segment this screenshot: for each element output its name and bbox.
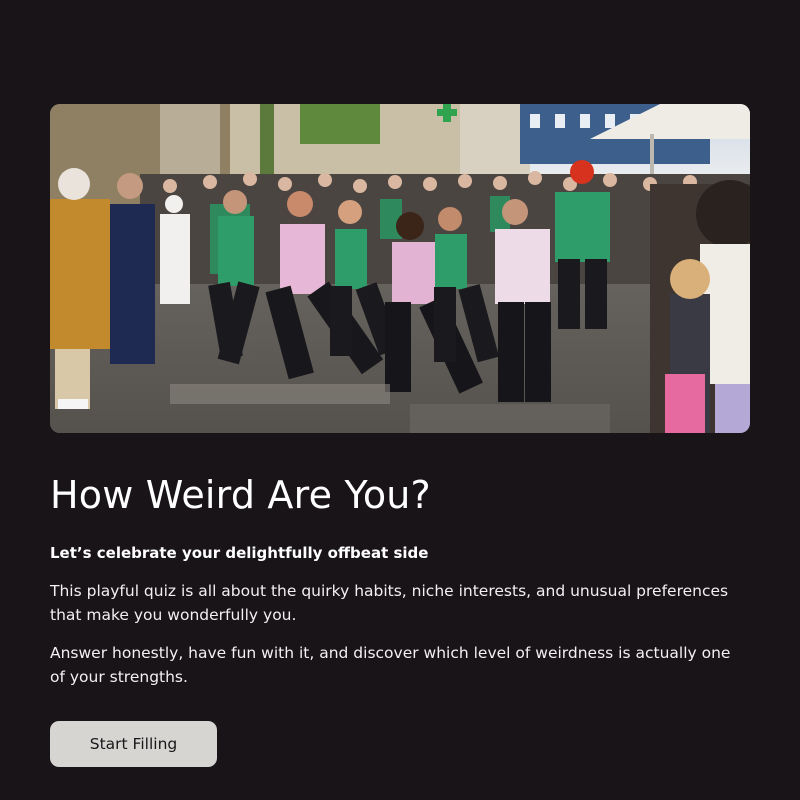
intro-paragraph: This playful quiz is all about the quirk… (50, 582, 729, 624)
quiz-intro-page: How Weird Are You? Let’s celebrate your … (0, 0, 800, 800)
start-filling-button[interactable]: Start Filling (50, 721, 217, 767)
festival-crowd-photo-icon (50, 104, 750, 433)
instructions-paragraph: Answer honestly, have fun with it, and d… (50, 644, 731, 686)
page-title: How Weird Are You? (50, 473, 431, 517)
page-subtitle: Let’s celebrate your delightfully offbea… (50, 544, 429, 562)
hero-image (50, 104, 750, 433)
